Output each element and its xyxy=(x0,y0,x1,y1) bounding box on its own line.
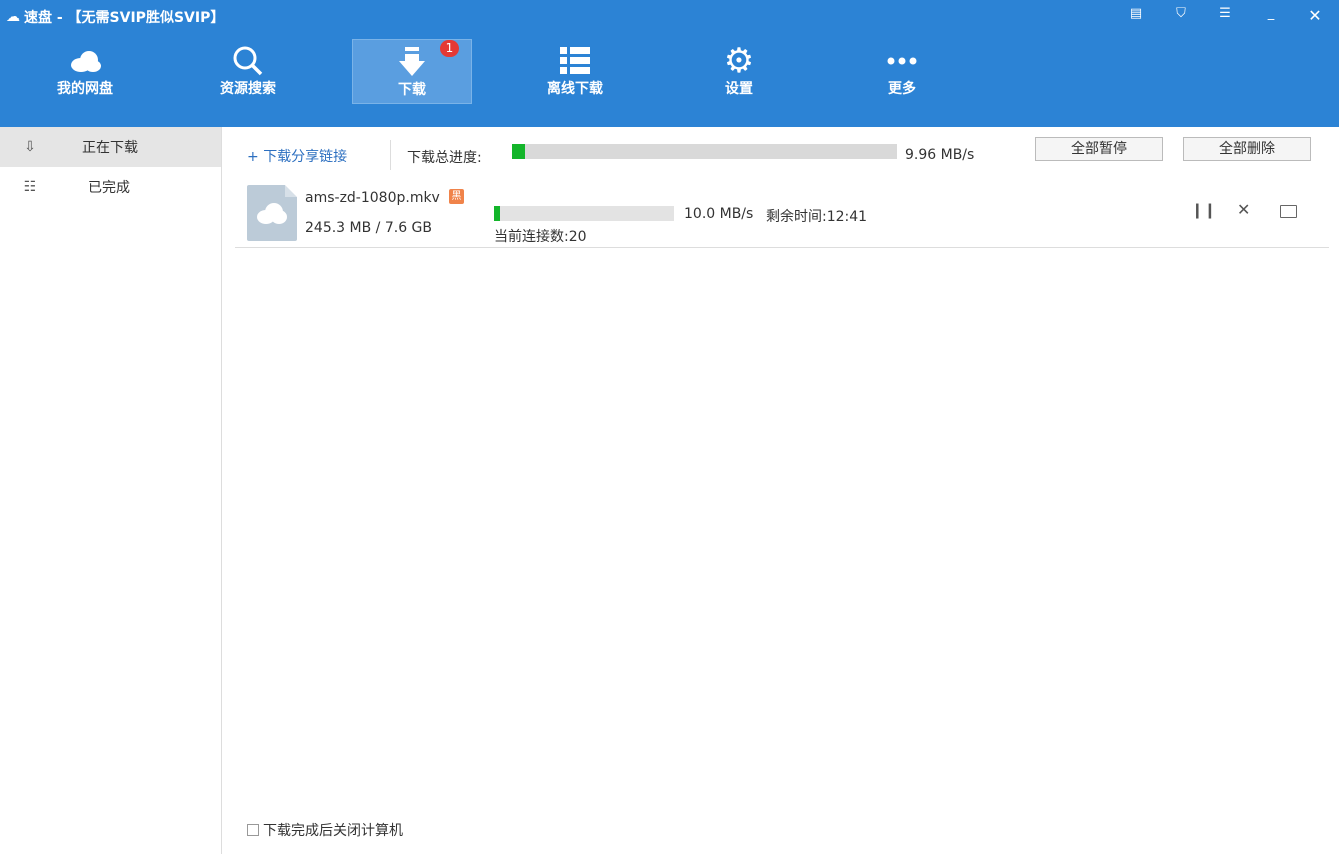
file-progress-bar xyxy=(494,206,674,221)
minimize-button[interactable]: _ xyxy=(1261,6,1281,26)
file-size: 245.3 MB / 7.6 GB xyxy=(305,220,432,236)
delete-icon[interactable]: ✕ xyxy=(1237,200,1250,219)
download-arrow-icon: ⇩ xyxy=(24,139,36,155)
shutdown-option[interactable]: 下载完成后关闭计算机 xyxy=(247,820,403,840)
nav-settings[interactable]: ⚙ 设置 xyxy=(679,39,799,104)
nav-my-disk[interactable]: 我的网盘 xyxy=(25,39,145,104)
total-progress-fill xyxy=(512,144,526,159)
download-row[interactable]: ams-zd-1080p.mkv 黑 245.3 MB / 7.6 GB 10.… xyxy=(235,181,1329,248)
skin-icon[interactable]: ⛉ xyxy=(1171,6,1191,26)
shutdown-label: 下载完成后关闭计算机 xyxy=(263,823,403,839)
feedback-icon[interactable]: ▤ xyxy=(1126,6,1146,26)
nav-download[interactable]: 1 下载 xyxy=(352,39,472,104)
plus-icon: + xyxy=(247,149,259,165)
nav-label: 设置 xyxy=(725,81,753,97)
sidebar-item-label: 已完成 xyxy=(88,180,130,196)
nav-label: 更多 xyxy=(888,81,916,97)
title-bar: ☁ 速盘 - 【无需SVIP胜似SVIP】 ▤ ⛉ ☰ _ ✕ 我的网盘 资源搜… xyxy=(0,0,1339,127)
connection-count: 当前连接数:20 xyxy=(494,229,587,245)
remaining-time: 剩余时间:12:41 xyxy=(766,209,868,225)
nav-label: 下载 xyxy=(398,82,426,98)
nav-label: 我的网盘 xyxy=(57,81,113,97)
delete-all-button[interactable]: 全部删除 xyxy=(1183,137,1311,161)
more-icon xyxy=(842,44,962,78)
search-icon xyxy=(188,44,308,78)
toolbar: + 下载分享链接 下载总进度: 9.96 MB/s 全部暂停 全部删除 xyxy=(223,127,1339,181)
pause-all-button[interactable]: 全部暂停 xyxy=(1035,137,1163,161)
file-tag-badge: 黑 xyxy=(449,189,464,204)
cloud-icon: ☁ xyxy=(6,9,20,25)
download-count-badge: 1 xyxy=(440,40,459,57)
cloud-icon xyxy=(25,44,145,78)
list-icon xyxy=(515,44,635,78)
divider xyxy=(390,140,391,170)
nav-label: 资源搜索 xyxy=(220,81,276,97)
add-share-link-label: 下载分享链接 xyxy=(263,149,348,165)
nav-offline-download[interactable]: 离线下载 xyxy=(515,39,635,104)
total-progress-label: 下载总进度: xyxy=(407,150,482,166)
close-button[interactable]: ✕ xyxy=(1305,6,1325,26)
sidebar-item-label: 正在下载 xyxy=(82,140,138,156)
file-name: ams-zd-1080p.mkv xyxy=(305,190,440,206)
app-title: ☁ 速盘 - 【无需SVIP胜似SVIP】 xyxy=(6,7,224,27)
list-icon: ☷ xyxy=(23,179,37,195)
shutdown-checkbox[interactable] xyxy=(247,824,259,836)
folder-icon[interactable] xyxy=(1280,205,1297,218)
sidebar-item-downloading[interactable]: ⇩ 正在下载 xyxy=(0,127,221,167)
nav-resource-search[interactable]: 资源搜索 xyxy=(188,39,308,104)
menu-icon[interactable]: ☰ xyxy=(1215,6,1235,26)
sidebar: ⇩ 正在下载 ☷ 已完成 xyxy=(0,127,222,854)
nav-label: 离线下载 xyxy=(547,81,603,97)
file-progress-fill xyxy=(494,206,500,221)
file-speed: 10.0 MB/s xyxy=(684,206,754,222)
pause-icon[interactable]: ❙❙ xyxy=(1191,201,1216,219)
app-title-text: 速盘 - 【无需SVIP胜似SVIP】 xyxy=(24,10,225,26)
file-cloud-icon xyxy=(247,185,297,241)
gear-icon: ⚙ xyxy=(723,41,755,81)
total-speed: 9.96 MB/s xyxy=(905,147,975,163)
total-progress-bar xyxy=(512,144,897,159)
download-panel: + 下载分享链接 下载总进度: 9.96 MB/s 全部暂停 全部删除 ams-… xyxy=(223,127,1339,854)
sidebar-item-completed[interactable]: ☷ 已完成 xyxy=(0,167,221,207)
add-share-link-button[interactable]: + 下载分享链接 xyxy=(247,146,347,166)
nav-more[interactable]: 更多 xyxy=(842,39,962,104)
